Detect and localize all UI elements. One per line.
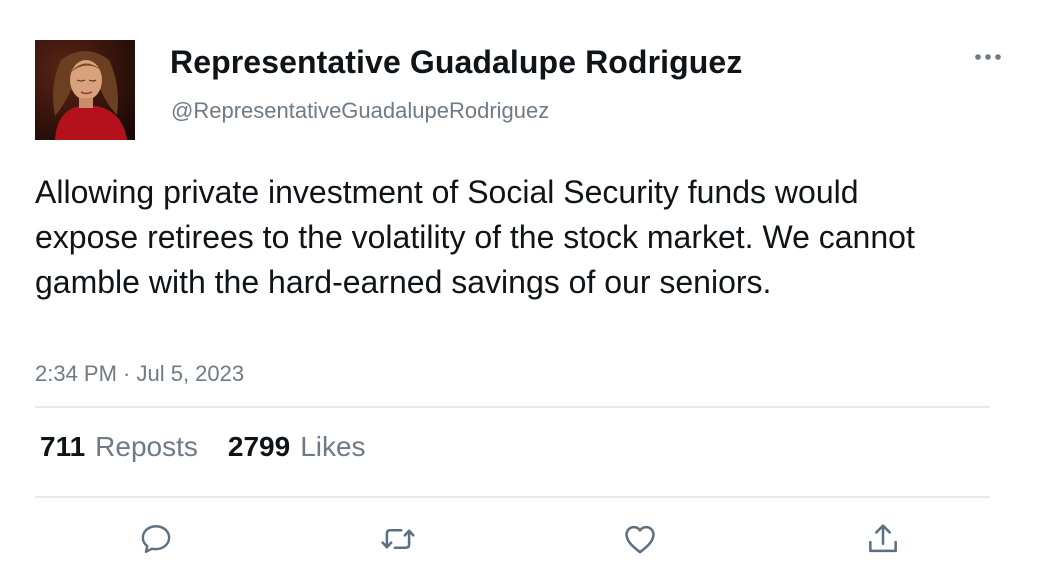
engagement-stats: 711 Reposts 2799 Likes xyxy=(40,431,366,463)
repost-icon xyxy=(381,529,415,549)
share-icon xyxy=(869,524,897,553)
like-icon xyxy=(625,525,655,554)
repost-button[interactable] xyxy=(376,517,420,561)
avatar-image xyxy=(35,40,135,140)
reposts-label: Reposts xyxy=(95,431,198,462)
divider-bottom xyxy=(35,496,990,498)
reply-button[interactable] xyxy=(134,517,178,561)
reply-icon xyxy=(141,525,171,553)
reposts-count: 711 xyxy=(40,431,86,462)
likes-stat[interactable]: 2799 Likes xyxy=(228,431,366,463)
likes-label: Likes xyxy=(300,431,366,462)
author-handle[interactable]: @RepresentativeGuadalupeRodriguez xyxy=(171,98,549,124)
reposts-stat[interactable]: 711 Reposts xyxy=(40,431,198,463)
avatar[interactable] xyxy=(35,40,135,140)
more-options-button[interactable] xyxy=(968,40,1008,74)
share-button[interactable] xyxy=(861,517,905,561)
tweet-text: Allowing private investment of Social Se… xyxy=(35,174,915,300)
tweet-timestamp[interactable]: 2:34 PM · Jul 5, 2023 xyxy=(35,361,244,387)
likes-count: 2799 xyxy=(227,431,291,462)
author-display-name[interactable]: Representative Guadalupe Rodriguez xyxy=(170,44,742,81)
divider-top xyxy=(35,406,990,408)
like-button[interactable] xyxy=(618,517,662,561)
more-icon xyxy=(975,54,1001,60)
